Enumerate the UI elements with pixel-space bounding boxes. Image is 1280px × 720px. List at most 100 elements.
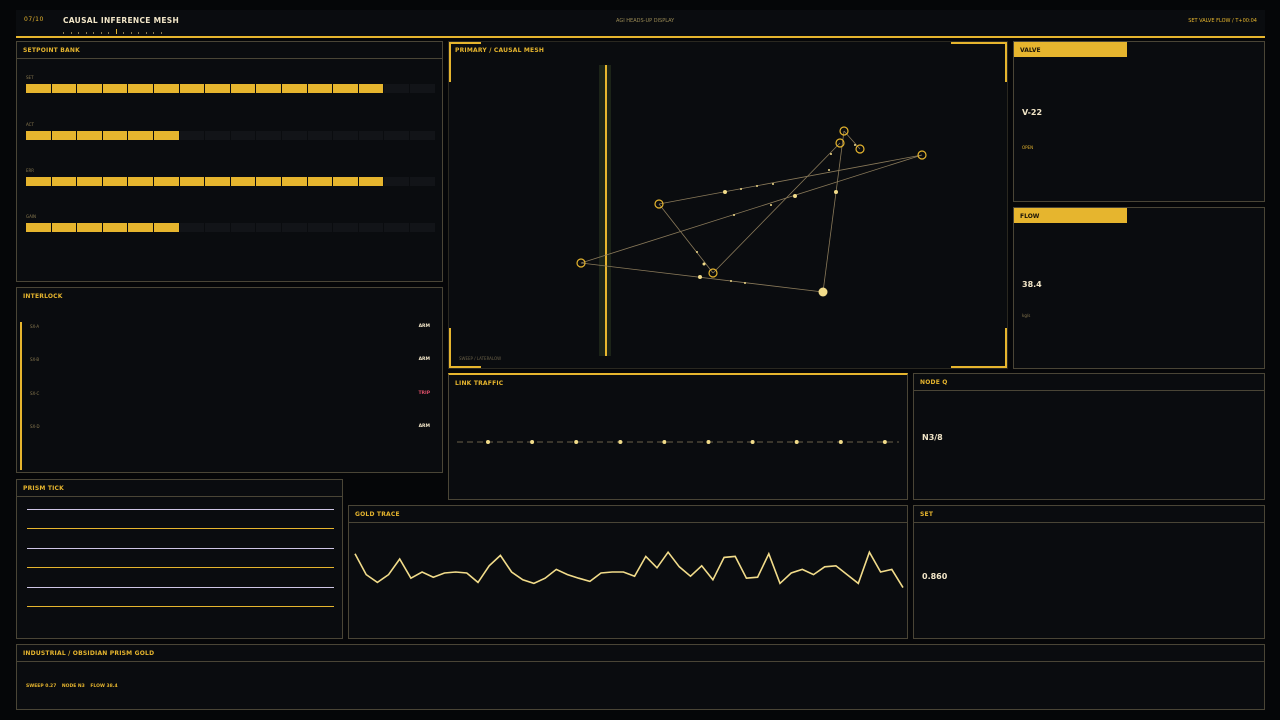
interlock-name: SX-A: [30, 324, 40, 329]
setpoint-segment-empty: [333, 131, 358, 140]
setpoint-segment-empty: [307, 223, 333, 232]
panel-title-tab: VALVE: [1014, 42, 1127, 57]
setpoint-label: ERR: [26, 168, 35, 173]
flow-value: 38.4: [1022, 280, 1042, 289]
traffic-packet: [882, 440, 887, 444]
sweep-caption: SWEEP / LATERALOW: [459, 356, 501, 361]
setpoint-segment-empty: [205, 131, 230, 140]
panel-title: NODE Q: [914, 374, 1264, 391]
setpoint-segment-filled: [205, 177, 230, 186]
setpoint-bar: [26, 223, 435, 232]
setpoint-segment-filled: [230, 177, 256, 186]
panel-title: SETPOINT BANK: [17, 42, 442, 59]
ruler-tick: [153, 32, 154, 34]
setpoint-segment-filled: [51, 177, 77, 186]
setpoint-segment-empty: [384, 177, 409, 186]
hud-label: AGI HEADS-UP DISPLAY: [616, 18, 675, 24]
setpoint-segment-filled: [26, 84, 51, 93]
ruler-tick: [85, 32, 87, 34]
ruler-tick: [78, 32, 79, 34]
ruler-tick: [70, 32, 72, 34]
ruler-tick: [130, 32, 132, 34]
traffic-packet: [530, 440, 535, 444]
prism-tick-line: [27, 528, 334, 530]
gold-trace-chart: [354, 550, 904, 589]
valve-value: V-22: [1022, 108, 1043, 117]
footer-panel: INDUSTRIAL / OBSIDIAN PRISM GOLD SWEEP 0…: [16, 644, 1265, 710]
flow-panel: FLOW 38.4 kg/s: [1013, 207, 1265, 369]
setpoint-segment-filled: [333, 177, 358, 186]
interlock-state: TRIP: [418, 391, 430, 396]
setpoint-segment-empty: [410, 177, 435, 186]
setpoint-segment-filled: [307, 177, 333, 186]
primary-causal-mesh-panel: PRIMARY / CAUSAL MESH SWEEP / LATERALOW: [448, 41, 1008, 369]
set-panel: SET 0.860: [913, 505, 1265, 639]
ruler-tick: [115, 29, 117, 34]
stat-node: NODE N3: [61, 684, 85, 689]
setpoint-segment-empty: [282, 131, 307, 140]
setpoint-segment-filled: [26, 223, 51, 232]
node-q-value: N3/8: [922, 433, 943, 442]
setpoint-segment-empty: [179, 223, 205, 232]
interlock-name: SX-D: [30, 424, 40, 429]
setpoint-segment-filled: [154, 84, 179, 93]
ruler-tick: [138, 32, 139, 34]
interlock-name: SX-B: [30, 357, 40, 362]
prism-tick-line: [27, 567, 334, 569]
setpoint-segment-empty: [256, 131, 281, 140]
setpoint-segment-filled: [358, 84, 384, 93]
setpoint-segment-filled: [51, 131, 77, 140]
traffic-packet: [486, 440, 490, 444]
traffic-packet: [838, 440, 843, 444]
setpoint-segment-filled: [26, 177, 51, 186]
setpoint-segment-filled: [102, 131, 128, 140]
setpoint-segment-filled: [51, 223, 77, 232]
setpoint-segment-filled: [282, 177, 307, 186]
setpoint-segment-filled: [154, 177, 179, 186]
traffic-packet: [750, 440, 755, 444]
setpoint-segment-empty: [307, 131, 333, 140]
setpoint-segment-empty: [179, 131, 205, 140]
traffic-packet: [618, 440, 623, 444]
traffic-packet: [794, 440, 799, 444]
setpoint-segment-filled: [179, 84, 205, 93]
setpoint-segment-empty: [410, 131, 435, 140]
causal-mesh-graph[interactable]: SWEEP / LATERALOW: [449, 42, 1007, 368]
setpoint-segment-filled: [128, 84, 153, 93]
setpoint-segment-filled: [77, 131, 102, 140]
setpoint-segment-filled: [154, 223, 179, 232]
setpoint-segment-filled: [256, 84, 281, 93]
prism-tick-line: [27, 509, 334, 510]
setpoint-segment-empty: [282, 223, 307, 232]
setpoint-segment-filled: [102, 84, 128, 93]
panel-title: INDUSTRIAL / OBSIDIAN PRISM GOLD: [17, 645, 1264, 662]
interlock-state: ARM: [418, 424, 430, 429]
setpoint-segment-filled: [51, 84, 77, 93]
traffic-packet: [662, 440, 667, 444]
traffic-packet: [574, 440, 579, 444]
valve-state: OPEN: [1022, 145, 1034, 150]
setpoint-segment-empty: [384, 223, 409, 232]
stat-flow: FLOW 38.4: [90, 684, 118, 689]
valve-panel: VALVE V-22 OPEN: [1013, 41, 1265, 202]
link-traffic-panel: LINK TRAFFIC: [448, 373, 908, 500]
active-node: [818, 287, 828, 297]
panel-title: PRISM TICK: [17, 480, 342, 497]
link-traffic-line: [457, 440, 899, 444]
setpoint-segment-empty: [358, 131, 384, 140]
setpoint-segment-empty: [384, 84, 409, 93]
setpoint-segment-filled: [154, 131, 179, 140]
setpoint-segment-filled: [128, 177, 153, 186]
setpoint-segment-filled: [77, 84, 102, 93]
setpoint-segment-empty: [410, 223, 435, 232]
status-readout: SET VALVE FLOW / T+00:04: [1188, 18, 1257, 24]
setpoint-segment-filled: [128, 131, 153, 140]
setpoint-segment-filled: [77, 223, 102, 232]
node-q-panel: NODE Q N3/8: [913, 373, 1265, 500]
setpoint-segment-empty: [256, 223, 281, 232]
setpoint-label: SET: [26, 75, 34, 80]
interlock-name: SX-C: [30, 391, 40, 396]
setpoint-bar: [26, 177, 435, 186]
prism-tick-line: [27, 606, 334, 607]
setpoint-segment-filled: [128, 223, 153, 232]
